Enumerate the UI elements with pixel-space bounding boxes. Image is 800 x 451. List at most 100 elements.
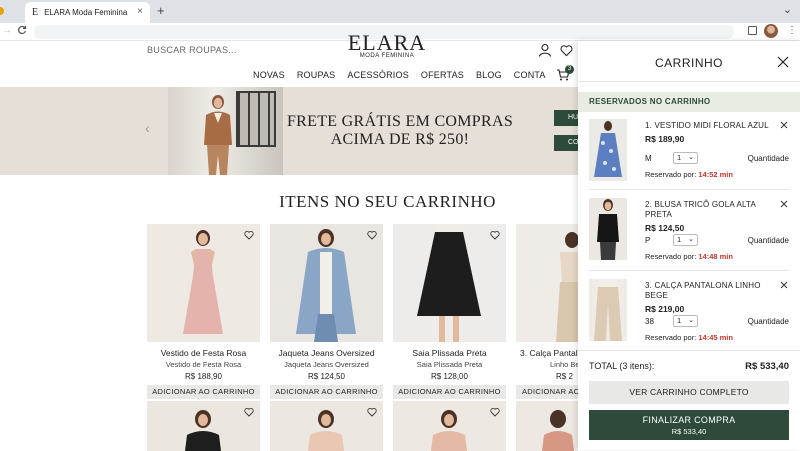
- add-to-cart-button[interactable]: ADICIONAR AO CARRINHO: [393, 385, 506, 399]
- product-card[interactable]: Vestido de Festa Rosa Vestido de Festa R…: [147, 224, 260, 399]
- nav-item-ofertas[interactable]: OFERTAS: [421, 70, 464, 80]
- remove-item-icon[interactable]: [780, 200, 788, 208]
- product-card[interactable]: [516, 401, 578, 451]
- banner-line-1: FRETE GRÁTIS EM COMPRAS: [286, 113, 514, 130]
- add-to-cart-button[interactable]: ADICIONAR AO: [516, 385, 578, 399]
- nav-item-blog[interactable]: BLOG: [476, 70, 502, 80]
- quantity-label: Quantidade: [747, 154, 789, 163]
- chevron-down-icon: ⌄: [688, 317, 694, 324]
- section-title: ITENS NO SEU CARRINHO: [279, 192, 496, 211]
- nav-item-roupas[interactable]: ROUPAS: [297, 70, 336, 80]
- cart-item-image[interactable]: [589, 198, 627, 260]
- remove-item-icon[interactable]: [780, 121, 788, 129]
- add-to-cart-button[interactable]: ADICIONAR AO CARRINHO: [270, 385, 383, 399]
- tab-close-icon[interactable]: ×: [137, 6, 143, 17]
- product-card[interactable]: Jaqueta Jeans Oversized Jaqueta Jeans Ov…: [270, 224, 383, 399]
- wishlist-heart-icon[interactable]: [490, 407, 500, 417]
- remove-item-icon[interactable]: [780, 281, 788, 289]
- cart-count-badge: 3: [565, 65, 574, 74]
- banner-button-1[interactable]: HU: [554, 110, 580, 126]
- banner-line-2: ACIMA DE R$ 250!: [330, 131, 470, 148]
- product-price: R$ 188,90: [185, 372, 222, 381]
- browser-menu-icon[interactable]: ⋮: [787, 25, 797, 36]
- nav-item-novas[interactable]: NOVAS: [253, 70, 285, 80]
- reserved-label: Reservado por:: [645, 170, 697, 179]
- browser-tabbar: E ELARA Moda Feminina × + ⌄: [0, 0, 800, 23]
- cart-item-image[interactable]: [589, 119, 627, 181]
- quantity-value: 1: [677, 316, 682, 325]
- wishlist-heart-icon[interactable]: [367, 407, 377, 417]
- chevron-down-icon: ⌄: [688, 154, 694, 161]
- profile-avatar[interactable]: [764, 24, 778, 38]
- size-select[interactable]: P: [645, 236, 650, 245]
- product-card[interactable]: [393, 401, 506, 451]
- divider: [578, 81, 800, 82]
- cart-title: CARRINHO: [654, 56, 723, 70]
- site-logo-subtitle: MODA FEMININA: [359, 53, 415, 59]
- timer-value: 14:48 min: [698, 252, 733, 261]
- quantity-select[interactable]: 1 ⌄: [673, 152, 698, 164]
- cart-panel: CARRINHO RESERVADOS NO CARRINHO 1. VESTI…: [578, 41, 800, 450]
- reserved-label: Reservado por:: [645, 252, 697, 261]
- reserved-header: RESERVADOS NO CARRINHO: [578, 92, 800, 112]
- product-subtitle: Saia Plissada Preta: [416, 360, 483, 369]
- user-icon[interactable]: [538, 43, 552, 57]
- wishlist-heart-icon[interactable]: [490, 230, 500, 240]
- product-image[interactable]: [147, 224, 260, 342]
- product-image[interactable]: [516, 224, 578, 342]
- new-tab-button[interactable]: +: [157, 3, 165, 18]
- reservation-timer: Reservado por: 14:45 min: [645, 333, 733, 342]
- divider: [589, 270, 789, 271]
- quantity-select[interactable]: 1 ⌄: [673, 234, 698, 246]
- search-input[interactable]: BUSCAR ROUPAS...: [147, 45, 237, 55]
- checkout-label: FINALIZAR COMPRA: [642, 415, 736, 425]
- banner-button-2[interactable]: COM: [554, 135, 580, 151]
- quantity-value: 1: [677, 235, 682, 244]
- add-to-cart-button[interactable]: ADICIONAR AO CARRINHO: [147, 385, 260, 399]
- cart-item-image[interactable]: [589, 279, 627, 341]
- cart-item-title[interactable]: 3. CALÇA PANTALONA LINHO BEGE: [645, 281, 781, 301]
- sidepanel-icon[interactable]: [748, 26, 757, 35]
- product-image[interactable]: [270, 224, 383, 342]
- window-dot[interactable]: [0, 7, 10, 15]
- tab-search-icon[interactable]: ⌄: [783, 3, 792, 16]
- total-label: TOTAL (3 itens):: [589, 361, 655, 371]
- product-name: Jaqueta Jeans Oversized: [278, 348, 375, 358]
- close-icon[interactable]: [777, 56, 789, 68]
- view-cart-button[interactable]: VER CARRINHO COMPLETO: [589, 381, 789, 404]
- wishlist-heart-icon[interactable]: [244, 230, 254, 240]
- wishlist-heart-icon[interactable]: [367, 230, 377, 240]
- product-price: R$ 124,50: [308, 372, 345, 381]
- reservation-timer: Reservado por: 14:48 min: [645, 252, 733, 261]
- timer-value: 14:52 min: [698, 170, 733, 179]
- reservation-timer: Reservado por: 14:52 min: [645, 170, 733, 179]
- quantity-select[interactable]: 1 ⌄: [673, 315, 698, 327]
- nav-item-acessorios[interactable]: ACESSÓRIOS: [347, 70, 409, 80]
- product-image[interactable]: [393, 224, 506, 342]
- nav-item-conta[interactable]: CONTA: [514, 70, 546, 80]
- banner-headline: FRETE GRÁTIS EM COMPRAS ACIMA DE R$ 250!: [280, 113, 520, 149]
- reload-icon[interactable]: [17, 25, 27, 38]
- browser-tab[interactable]: E ELARA Moda Feminina ×: [25, 2, 150, 23]
- carousel-prev-icon[interactable]: ‹: [145, 120, 150, 136]
- cart-item-price: R$ 189,90: [645, 134, 685, 144]
- heart-icon[interactable]: [560, 44, 573, 57]
- cart-item-title[interactable]: 1. VESTIDO MIDI FLORAL AZUL: [645, 121, 781, 131]
- product-card[interactable]: [270, 401, 383, 451]
- size-select[interactable]: M: [645, 154, 652, 163]
- size-select[interactable]: 38: [645, 317, 654, 326]
- product-name: Saia Plissada Preta: [412, 348, 487, 358]
- product-card[interactable]: [147, 401, 260, 451]
- divider: [589, 189, 789, 190]
- quantity-value: 1: [677, 153, 682, 162]
- forward-icon[interactable]: →: [2, 25, 12, 36]
- cart-item-title[interactable]: 2. BLUSA TRICÔ GOLA ALTA PRETA: [645, 200, 781, 220]
- chevron-down-icon: ⌄: [688, 236, 694, 243]
- reserved-label: Reservado por:: [645, 333, 697, 342]
- product-price: R$ 128,00: [431, 372, 468, 381]
- product-card[interactable]: Saia Plissada Preta Saia Plissada Preta …: [393, 224, 506, 399]
- checkout-button[interactable]: FINALIZAR COMPRA R$ 533,40: [589, 410, 789, 440]
- product-name: Vestido de Festa Rosa: [160, 348, 247, 358]
- wishlist-heart-icon[interactable]: [244, 407, 254, 417]
- product-card[interactable]: 3. Calça Pantal Linho Beg R$ 2 ADICIONAR…: [516, 224, 578, 399]
